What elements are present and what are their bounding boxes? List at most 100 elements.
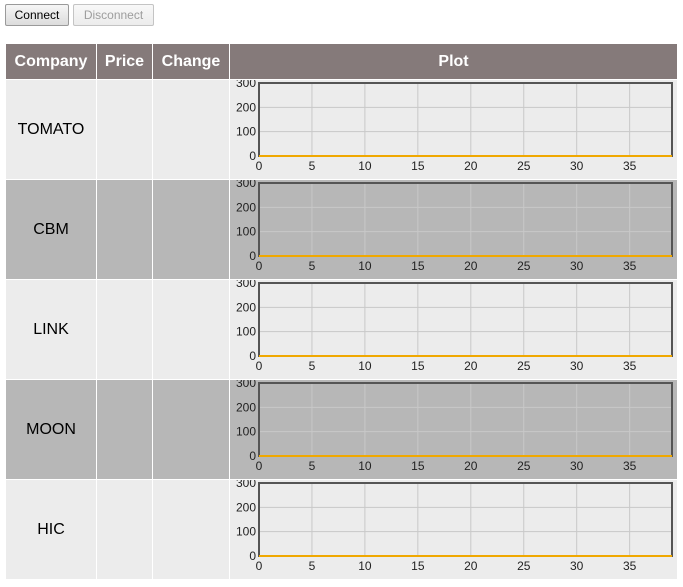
y-tick-label: 0 [249, 249, 256, 263]
x-tick-label: 10 [358, 259, 372, 273]
plot-cell: 0 5 10 15 20 25 30 35 0 100 200 300 [229, 79, 678, 180]
table-row: MOON 0 5 10 15 20 25 30 35 0 100 200 300 [5, 379, 678, 480]
price-chart: 0 5 10 15 20 25 30 35 0 100 200 300 [236, 180, 673, 273]
change-cell [152, 479, 230, 580]
table-header-row: Company Price Change Plot [5, 43, 678, 80]
y-tick-label: 300 [236, 380, 256, 390]
x-tick-label: 10 [358, 159, 372, 173]
plot-cell: 0 5 10 15 20 25 30 35 0 100 200 300 [229, 279, 678, 380]
disconnect-button[interactable]: Disconnect [73, 4, 154, 26]
table-row: LINK 0 5 10 15 20 25 30 35 0 100 200 300 [5, 279, 678, 380]
y-tick-label: 300 [236, 180, 256, 190]
change-cell [152, 179, 230, 280]
y-tick-label: 100 [236, 225, 256, 239]
y-tick-label: 100 [236, 325, 256, 339]
x-tick-label: 25 [517, 559, 531, 573]
x-tick-label: 15 [411, 259, 425, 273]
x-tick-label: 25 [517, 259, 531, 273]
x-tick-label: 35 [623, 159, 637, 173]
table-row: TOMATO 0 5 10 15 20 25 30 35 0 100 200 300 [5, 79, 678, 180]
company-cell: MOON [5, 379, 97, 480]
x-tick-label: 15 [411, 459, 425, 473]
y-tick-label: 200 [236, 500, 256, 514]
x-tick-label: 5 [309, 259, 316, 273]
y-tick-label: 100 [236, 425, 256, 439]
x-tick-label: 20 [464, 159, 478, 173]
plot-cell: 0 5 10 15 20 25 30 35 0 100 200 300 [229, 179, 678, 280]
x-tick-label: 20 [464, 459, 478, 473]
y-tick-label: 100 [236, 125, 256, 139]
x-tick-label: 15 [411, 159, 425, 173]
header-company: Company [5, 43, 97, 80]
y-tick-label: 0 [249, 549, 256, 563]
x-tick-label: 5 [309, 459, 316, 473]
x-tick-label: 10 [358, 459, 372, 473]
y-tick-label: 0 [249, 149, 256, 163]
x-tick-label: 20 [464, 259, 478, 273]
price-chart: 0 5 10 15 20 25 30 35 0 100 200 300 [236, 280, 673, 373]
x-tick-label: 25 [517, 459, 531, 473]
price-cell [96, 279, 153, 380]
y-tick-label: 200 [236, 100, 256, 114]
x-tick-label: 0 [256, 459, 263, 473]
company-cell: TOMATO [5, 79, 97, 180]
table-row: CBM 0 5 10 15 20 25 30 35 0 100 200 300 [5, 179, 678, 280]
company-cell: LINK [5, 279, 97, 380]
plot-cell: 0 5 10 15 20 25 30 35 0 100 200 300 [229, 379, 678, 480]
y-tick-label: 200 [236, 300, 256, 314]
x-tick-label: 30 [570, 259, 584, 273]
x-tick-label: 20 [464, 359, 478, 373]
x-tick-label: 35 [623, 459, 637, 473]
header-price: Price [96, 43, 153, 80]
x-tick-label: 10 [358, 559, 372, 573]
x-tick-label: 30 [570, 459, 584, 473]
x-tick-label: 15 [411, 359, 425, 373]
y-tick-label: 300 [236, 80, 256, 90]
x-tick-label: 35 [623, 559, 637, 573]
price-chart: 0 5 10 15 20 25 30 35 0 100 200 300 [236, 80, 673, 173]
plot-frame [258, 82, 673, 157]
y-tick-label: 0 [249, 349, 256, 363]
x-tick-label: 30 [570, 559, 584, 573]
price-cell [96, 179, 153, 280]
x-tick-label: 0 [256, 559, 263, 573]
company-cell: HIC [5, 479, 97, 580]
x-tick-label: 20 [464, 559, 478, 573]
x-tick-label: 25 [517, 159, 531, 173]
change-cell [152, 379, 230, 480]
price-cell [96, 479, 153, 580]
y-tick-label: 200 [236, 400, 256, 414]
company-cell: CBM [5, 179, 97, 280]
plot-frame [258, 482, 673, 557]
price-cell [96, 379, 153, 480]
connect-button[interactable]: Connect [5, 4, 69, 26]
plot-cell: 0 5 10 15 20 25 30 35 0 100 200 300 [229, 479, 678, 580]
y-tick-label: 300 [236, 480, 256, 490]
x-tick-label: 0 [256, 359, 263, 373]
y-tick-label: 300 [236, 280, 256, 290]
y-tick-label: 100 [236, 525, 256, 539]
table-row: HIC 0 5 10 15 20 25 30 35 0 100 200 300 [5, 479, 678, 580]
x-tick-label: 5 [309, 559, 316, 573]
x-tick-label: 30 [570, 359, 584, 373]
x-tick-label: 35 [623, 259, 637, 273]
price-chart: 0 5 10 15 20 25 30 35 0 100 200 300 [236, 480, 673, 573]
price-chart: 0 5 10 15 20 25 30 35 0 100 200 300 [236, 380, 673, 473]
x-tick-label: 5 [309, 359, 316, 373]
x-tick-label: 10 [358, 359, 372, 373]
x-tick-label: 5 [309, 159, 316, 173]
change-cell [152, 279, 230, 380]
price-cell [96, 79, 153, 180]
x-tick-label: 35 [623, 359, 637, 373]
stock-table: Company Price Change Plot TOMATO 0 5 10 15 2… [5, 43, 678, 580]
header-change: Change [152, 43, 230, 80]
plot-frame [258, 282, 673, 357]
y-tick-label: 200 [236, 200, 256, 214]
plot-frame [258, 382, 673, 457]
change-cell [152, 79, 230, 180]
x-tick-label: 15 [411, 559, 425, 573]
x-tick-label: 0 [256, 259, 263, 273]
y-tick-label: 0 [249, 449, 256, 463]
x-tick-label: 0 [256, 159, 263, 173]
plot-frame [258, 182, 673, 257]
